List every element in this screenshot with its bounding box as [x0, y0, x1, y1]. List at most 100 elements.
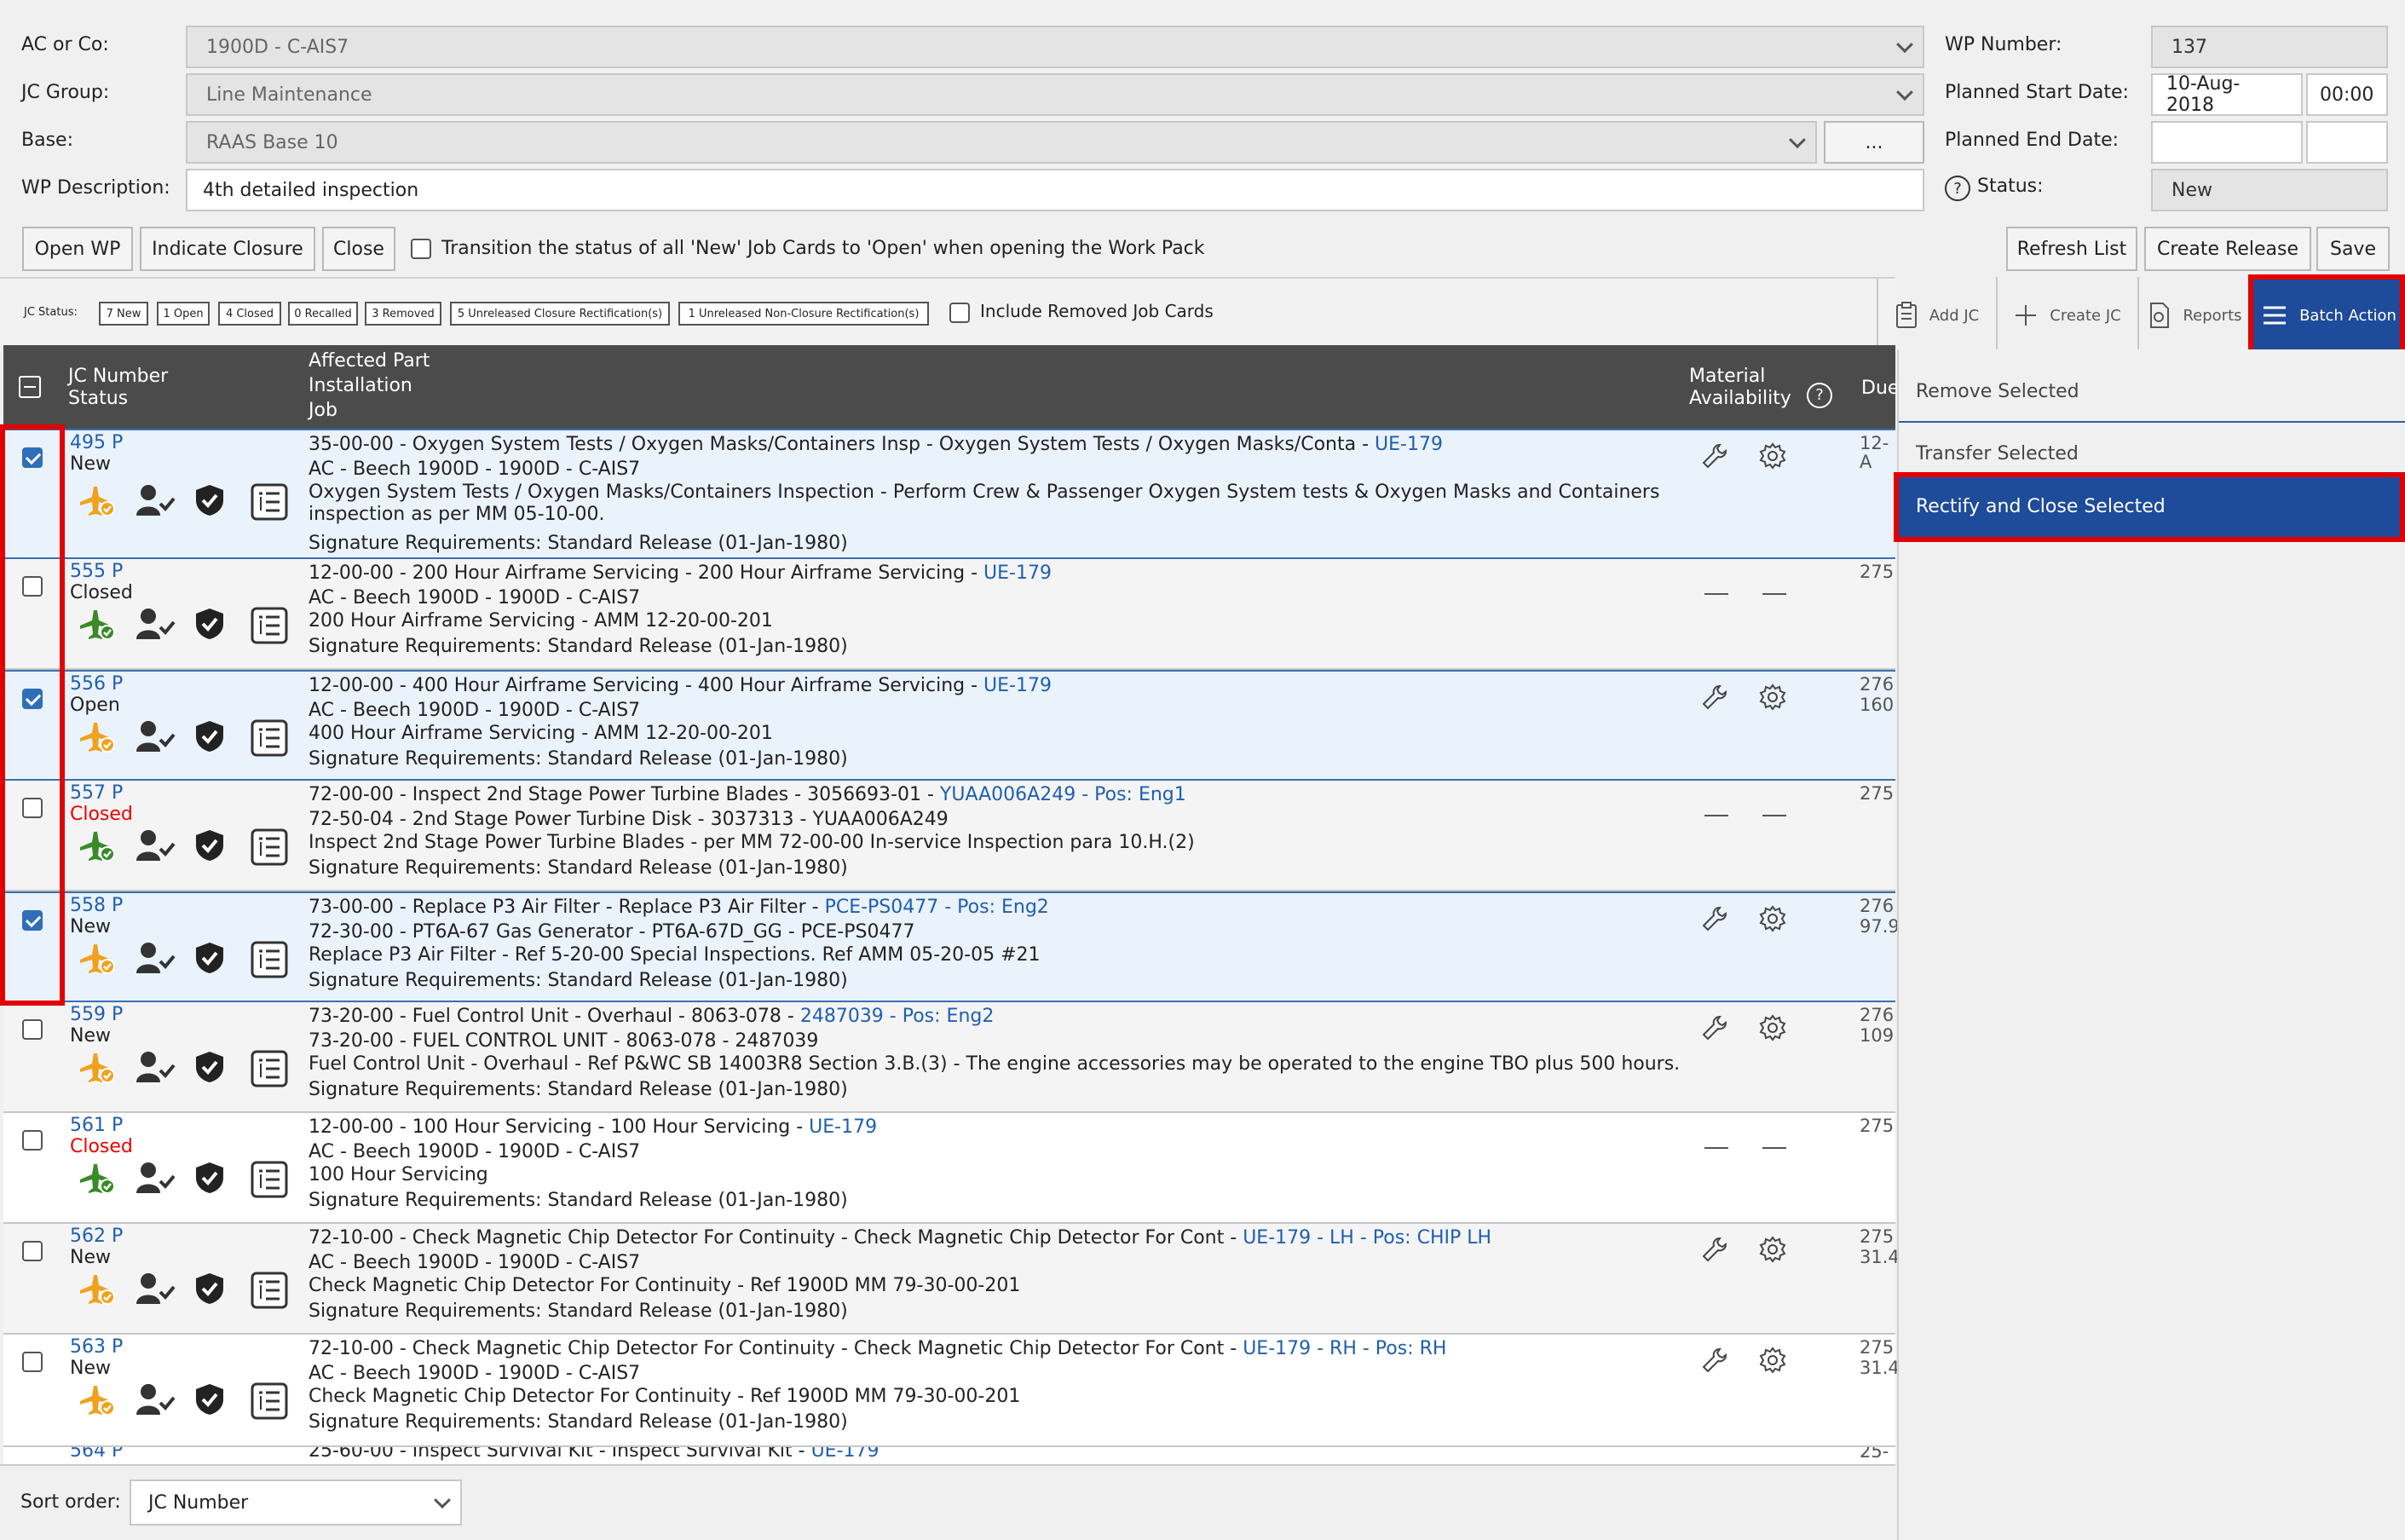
- table-row[interactable]: 561 P Closed 12-00-00 - 100 Hour Servici…: [3, 1113, 1895, 1224]
- end-date-input[interactable]: [2151, 121, 2303, 164]
- affected-part-link[interactable]: YUAA006A249 - Pos: Eng1: [940, 784, 1186, 805]
- checklist-icon[interactable]: [251, 1272, 288, 1309]
- checklist-icon[interactable]: [251, 828, 288, 866]
- user-check-icon[interactable]: [135, 1050, 177, 1084]
- add-jc-button[interactable]: Add JC: [1877, 277, 1996, 354]
- aircraft-status-icon[interactable]: [77, 1272, 118, 1306]
- jc-number-link[interactable]: 555 P: [70, 561, 123, 582]
- reports-button[interactable]: Reports: [2137, 277, 2252, 354]
- aircraft-status-icon[interactable]: [77, 941, 118, 975]
- aircraft-status-icon[interactable]: [77, 1161, 118, 1195]
- checklist-icon[interactable]: [251, 1050, 288, 1087]
- shield-check-icon[interactable]: [193, 1050, 227, 1084]
- table-row[interactable]: 557 P Closed 72-00-00 - Inspect 2nd Stag…: [3, 781, 1895, 891]
- transition-checkbox[interactable]: [411, 239, 431, 259]
- affected-part-link[interactable]: UE-179 - RH - Pos: RH: [1243, 1338, 1446, 1359]
- wp-description-input[interactable]: 4th detailed inspection: [186, 169, 1924, 211]
- refresh-list-button[interactable]: Refresh List: [2006, 227, 2137, 271]
- save-button[interactable]: Save: [2316, 227, 2390, 271]
- affected-part-link[interactable]: UE-179: [1375, 434, 1443, 455]
- row-checkbox[interactable]: [22, 1241, 43, 1261]
- affected-part-link[interactable]: UE-179: [983, 675, 1052, 696]
- status-chip-closed[interactable]: 4 Closed: [218, 302, 281, 326]
- shield-check-icon[interactable]: [193, 1382, 227, 1416]
- shield-check-icon[interactable]: [193, 607, 227, 641]
- user-check-icon[interactable]: [135, 1272, 177, 1306]
- row-checkbox[interactable]: [22, 1130, 43, 1151]
- status-chip-unreleased-closure[interactable]: 5 Unreleased Closure Rectification(s): [450, 302, 670, 326]
- indicate-closure-button[interactable]: Indicate Closure: [140, 227, 315, 271]
- open-wp-button[interactable]: Open WP: [22, 227, 133, 271]
- gear-icon[interactable]: [1759, 1236, 1786, 1263]
- affected-part-link[interactable]: 2487039 - Pos: Eng2: [800, 1006, 995, 1027]
- shield-check-icon[interactable]: [193, 828, 227, 862]
- create-jc-button[interactable]: Create JC: [1996, 277, 2137, 354]
- wrench-icon[interactable]: [1701, 1014, 1728, 1041]
- user-check-icon[interactable]: [135, 483, 177, 517]
- jc-number-link[interactable]: 556 P: [70, 673, 123, 695]
- wrench-icon[interactable]: [1701, 683, 1728, 711]
- select-all-checkbox[interactable]: [19, 376, 41, 398]
- jc-group-select[interactable]: Line Maintenance: [186, 73, 1924, 116]
- table-row[interactable]: 559 P New 73-20-00 - Fuel Control Unit -…: [3, 1002, 1895, 1113]
- aircraft-status-icon[interactable]: [77, 1050, 118, 1084]
- shield-check-icon[interactable]: [193, 719, 227, 753]
- start-date-input[interactable]: 10-Aug-2018: [2151, 73, 2303, 116]
- user-check-icon[interactable]: [135, 941, 177, 975]
- aircraft-status-icon[interactable]: [77, 719, 118, 753]
- table-row[interactable]: 558 P New 73-00-00 - Replace P3 Air Filt…: [3, 891, 1900, 1002]
- close-button[interactable]: Close: [322, 227, 395, 271]
- user-check-icon[interactable]: [135, 1161, 177, 1195]
- user-check-icon[interactable]: [135, 719, 177, 753]
- status-chip-unreleased-nonclosure[interactable]: 1 Unreleased Non-Closure Rectification(s…: [678, 302, 929, 326]
- header-jc-number[interactable]: JC Number: [68, 364, 168, 389]
- checklist-icon[interactable]: [251, 1161, 288, 1198]
- shield-check-icon[interactable]: [193, 1272, 227, 1306]
- checklist-icon[interactable]: [251, 1382, 288, 1420]
- gear-icon[interactable]: [1759, 442, 1786, 470]
- wrench-icon[interactable]: [1701, 1236, 1728, 1263]
- checklist-icon[interactable]: [251, 941, 288, 978]
- wrench-icon[interactable]: [1701, 442, 1728, 470]
- aircraft-status-icon[interactable]: [77, 607, 118, 641]
- base-select[interactable]: RAAS Base 10: [186, 121, 1817, 164]
- gear-icon[interactable]: [1759, 1347, 1786, 1374]
- jc-number-link[interactable]: 564 P: [70, 1447, 123, 1462]
- jc-number-link[interactable]: 558 P: [70, 895, 123, 916]
- row-checkbox[interactable]: [22, 1019, 43, 1040]
- table-row[interactable]: 495 P New 35-00-00 - Oxygen System Tests…: [3, 429, 1895, 559]
- affected-part-link[interactable]: UE-179 - LH - Pos: CHIP LH: [1243, 1227, 1491, 1249]
- status-chip-open[interactable]: 1 Open: [157, 302, 210, 326]
- remove-selected-item[interactable]: Remove Selected: [1899, 361, 2405, 423]
- status-chip-recalled[interactable]: 0 Recalled: [288, 302, 358, 326]
- base-browse-button[interactable]: ...: [1824, 121, 1924, 164]
- sort-order-select[interactable]: JC Number: [130, 1479, 462, 1526]
- table-row[interactable]: 555 P Closed 12-00-00 - 200 Hour Airfram…: [3, 559, 1895, 670]
- create-release-button[interactable]: Create Release: [2144, 227, 2311, 271]
- jc-number-link[interactable]: 557 P: [70, 782, 123, 804]
- user-check-icon[interactable]: [135, 1382, 177, 1416]
- checklist-icon[interactable]: [251, 483, 288, 521]
- ac-select[interactable]: 1900D - C-AIS7: [186, 26, 1924, 68]
- wrench-icon[interactable]: [1701, 1347, 1728, 1374]
- help-icon[interactable]: ?: [1807, 383, 1832, 408]
- jc-number-link[interactable]: 563 P: [70, 1336, 123, 1358]
- shield-check-icon[interactable]: [193, 483, 227, 517]
- user-check-icon[interactable]: [135, 607, 177, 641]
- affected-part-link[interactable]: PCE-PS0477 - Pos: Eng2: [825, 897, 1049, 918]
- aircraft-status-icon[interactable]: [77, 1382, 118, 1416]
- wrench-icon[interactable]: [1701, 905, 1728, 932]
- status-chip-removed[interactable]: 3 Removed: [365, 302, 441, 326]
- jc-number-link[interactable]: 495 P: [70, 432, 123, 453]
- row-checkbox[interactable]: [22, 1352, 43, 1372]
- affected-part-link[interactable]: UE-179: [809, 1116, 877, 1138]
- aircraft-status-icon[interactable]: [77, 828, 118, 862]
- shield-check-icon[interactable]: [193, 941, 227, 975]
- table-row[interactable]: 563 P New 72-10-00 - Check Magnetic Chip…: [3, 1335, 1900, 1447]
- end-time-input[interactable]: [2306, 121, 2388, 164]
- jc-number-link[interactable]: 562 P: [70, 1226, 123, 1247]
- jc-number-link[interactable]: 561 P: [70, 1115, 123, 1136]
- aircraft-status-icon[interactable]: [77, 483, 118, 517]
- status-chip-new[interactable]: 7 New: [99, 302, 148, 326]
- shield-check-icon[interactable]: [193, 1161, 227, 1195]
